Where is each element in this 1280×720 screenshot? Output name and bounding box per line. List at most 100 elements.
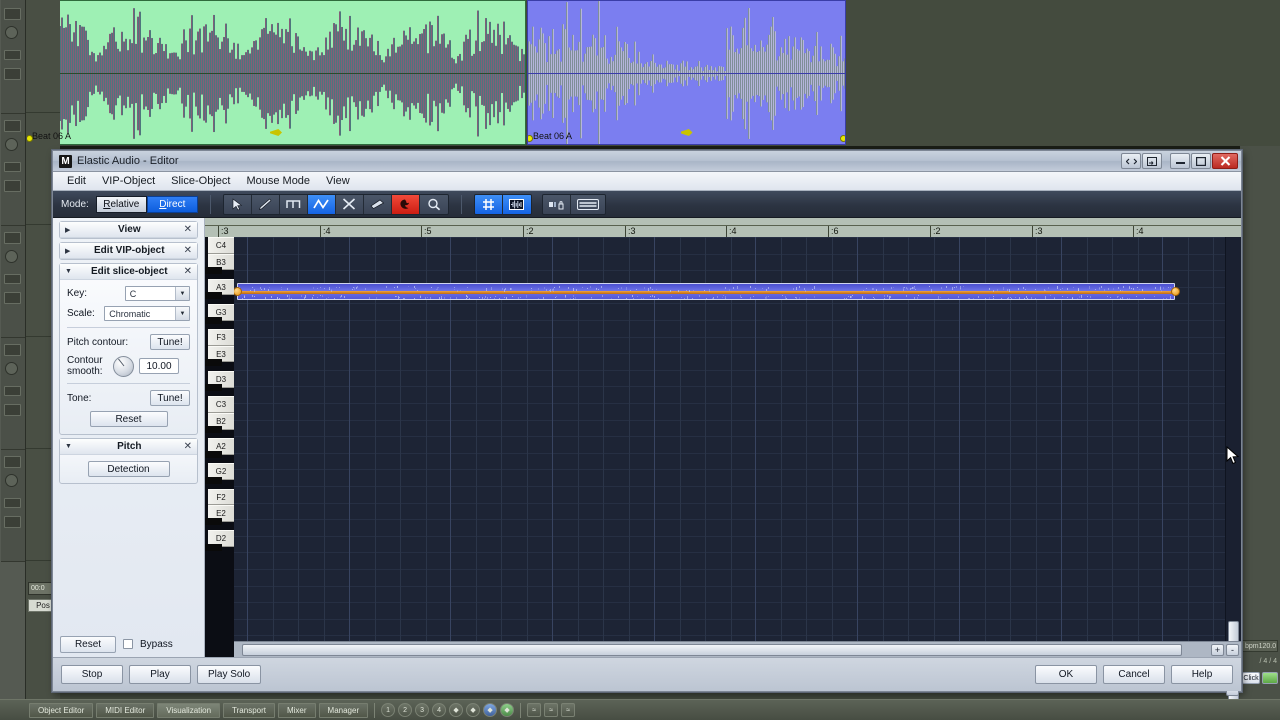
- piano-keyboard[interactable]: C4 B3 A3 G3 F3 E3 D3 C3 B2 A2 G2 F2 E2 D2: [205, 237, 234, 657]
- piano-key-F3[interactable]: F3: [208, 329, 234, 346]
- sidebar-group-view[interactable]: ▶ View ✕: [59, 221, 198, 239]
- pitch-grid[interactable]: [234, 237, 1225, 641]
- elastic-audio-editor-dialog[interactable]: M Elastic Audio - Editor Edit VIP-Object…: [52, 150, 1242, 692]
- maximize-icon[interactable]: [1191, 153, 1211, 169]
- slice-node-right[interactable]: [1171, 287, 1180, 296]
- taskbar-button-transport[interactable]: Transport: [223, 703, 275, 718]
- mode-direct-button[interactable]: Direct: [147, 196, 198, 213]
- track-menu-button[interactable]: [4, 232, 21, 244]
- menu-slice-object[interactable]: Slice-Object: [163, 173, 238, 189]
- marker-up-icon[interactable]: ◆: [449, 703, 463, 717]
- dialog-action-buttons[interactable]: OK Cancel Help: [1035, 665, 1233, 684]
- take-1-icon[interactable]: 1: [381, 703, 395, 717]
- dialog-titlebar[interactable]: M Elastic Audio - Editor: [53, 151, 1241, 172]
- rollup-icon[interactable]: [1142, 153, 1162, 169]
- wave-left-icon[interactable]: ≈: [527, 703, 541, 717]
- pitch-detection-button[interactable]: Detection: [88, 461, 170, 477]
- bpm-field[interactable]: bpm120.0: [1242, 640, 1278, 652]
- close-icon[interactable]: [1212, 153, 1238, 169]
- piano-key-A#3[interactable]: [205, 267, 222, 274]
- piano-key-F2[interactable]: F2: [208, 489, 234, 506]
- track-control-cell[interactable]: [1, 114, 25, 226]
- take-3-icon[interactable]: 3: [415, 703, 429, 717]
- taskbar-button-midi-editor[interactable]: MIDI Editor: [96, 703, 154, 718]
- track-mute-button[interactable]: [4, 180, 21, 192]
- click-button[interactable]: Click: [1242, 672, 1260, 684]
- piano-key-F#2[interactable]: [205, 477, 222, 484]
- take-2-icon[interactable]: 2: [398, 703, 412, 717]
- track-mute-button[interactable]: [4, 404, 21, 416]
- formant-tool-icon[interactable]: [392, 195, 420, 214]
- track-mute-button[interactable]: [4, 516, 21, 528]
- track-pan-knob[interactable]: [5, 138, 18, 151]
- sidebar-reset-button[interactable]: Reset: [60, 636, 116, 653]
- menu-vip-object[interactable]: VIP-Object: [94, 173, 163, 189]
- close-icon[interactable]: ✕: [184, 245, 192, 256]
- track-fader[interactable]: [4, 274, 21, 284]
- sidebar[interactable]: ▶ View ✕ ▶ Edit VIP-object ✕ ▼ Edit slic…: [53, 218, 205, 657]
- cancel-button[interactable]: Cancel: [1103, 665, 1165, 684]
- menu-view[interactable]: View: [318, 173, 358, 189]
- horizontal-scrollbar-thumb[interactable]: [242, 644, 1182, 656]
- object-handle-left[interactable]: [26, 135, 33, 142]
- piano-key-C3[interactable]: C3: [208, 396, 234, 413]
- restore-size-icon[interactable]: [1121, 153, 1141, 169]
- waveform-display-icon[interactable]: [503, 195, 531, 214]
- menu-mouse-mode[interactable]: Mouse Mode: [238, 173, 318, 189]
- view-toolgroup-1[interactable]: [474, 194, 532, 215]
- track-fader[interactable]: [4, 162, 21, 172]
- track-pan-knob[interactable]: [5, 362, 18, 375]
- taskbar-button-object-editor[interactable]: Object Editor: [29, 703, 93, 718]
- track-pan-knob[interactable]: [5, 474, 18, 487]
- mode-button-group[interactable]: Relative Direct: [96, 196, 198, 213]
- audio-object-1[interactable]: Beat 06 A: [26, 0, 526, 145]
- marker-green-icon[interactable]: ◆: [500, 703, 514, 717]
- sidebar-group-edit-vip-object[interactable]: ▶ Edit VIP-object ✕: [59, 242, 198, 260]
- scale-select[interactable]: Chromatic ▼: [104, 306, 190, 321]
- chevron-right-icon[interactable]: ▶: [65, 247, 75, 255]
- close-icon[interactable]: ✕: [184, 224, 192, 235]
- window-controls[interactable]: [1121, 153, 1238, 169]
- pitch-editor-canvas[interactable]: :3:4:5:2:3:4:6:2:3:4 C4 B3 A3 G3 F3 E3 D3 C3 B2 A…: [205, 218, 1241, 657]
- track-menu-button[interactable]: [4, 120, 21, 132]
- sidebar-group-pitch[interactable]: ▼ Pitch ✕ Detection: [59, 438, 198, 484]
- close-icon[interactable]: ✕: [184, 441, 192, 452]
- grid-toggle-icon[interactable]: [475, 195, 503, 214]
- horizontal-layout-icon[interactable]: [571, 195, 605, 214]
- slice-object-pitch-bar[interactable]: [237, 283, 1175, 300]
- view-toolgroup-2[interactable]: [542, 194, 606, 215]
- track-menu-button[interactable]: [4, 8, 21, 20]
- piano-key-G#3[interactable]: [205, 292, 222, 299]
- step-curve-tool-icon[interactable]: [280, 195, 308, 214]
- editor-ruler-top[interactable]: [205, 218, 1241, 226]
- editor-ruler-bars[interactable]: :3:4:5:2:3:4:6:2:3:4: [205, 226, 1241, 237]
- help-button[interactable]: Help: [1171, 665, 1233, 684]
- track-fader[interactable]: [4, 386, 21, 396]
- click-toggle-button[interactable]: [1262, 672, 1278, 684]
- track-pan-knob[interactable]: [5, 250, 18, 263]
- taskbar[interactable]: Object Editor MIDI Editor Visualization Tra…: [0, 699, 1280, 720]
- piano-key-F#3[interactable]: [205, 317, 222, 324]
- menu-edit[interactable]: Edit: [59, 173, 94, 189]
- piano-key-C4[interactable]: C4: [208, 237, 234, 254]
- piano-key-D#2[interactable]: [205, 518, 222, 525]
- bypass-checkbox[interactable]: [123, 639, 133, 649]
- taskbar-button-manager[interactable]: Manager: [319, 703, 369, 718]
- taskbar-button-visualization[interactable]: Visualization: [157, 703, 220, 718]
- mouse-mode-toolgroup[interactable]: [223, 194, 449, 215]
- piano-key-C#3[interactable]: [205, 384, 222, 391]
- sidebar-group-pitch-header[interactable]: ▼ Pitch ✕: [60, 439, 197, 455]
- slice-reset-button[interactable]: Reset: [90, 411, 168, 427]
- zoom-tool-icon[interactable]: [420, 195, 448, 214]
- taskbar-button-mixer[interactable]: Mixer: [278, 703, 316, 718]
- minimize-icon[interactable]: [1170, 153, 1190, 169]
- chevron-down-icon[interactable]: ▼: [175, 287, 189, 300]
- chevron-down-icon[interactable]: ▼: [65, 268, 75, 275]
- scissors-split-tool-icon[interactable]: [336, 195, 364, 214]
- arrangement-waveform-area[interactable]: Beat 06 A Beat 06 A: [26, 0, 1280, 146]
- take-4-icon[interactable]: 4: [432, 703, 446, 717]
- track-menu-button[interactable]: [4, 344, 21, 356]
- pencil-tool-icon[interactable]: [252, 195, 280, 214]
- dialog-footer[interactable]: Stop Play Play Solo OK Cancel Help: [53, 657, 1241, 691]
- piano-key-D#3[interactable]: [205, 359, 222, 366]
